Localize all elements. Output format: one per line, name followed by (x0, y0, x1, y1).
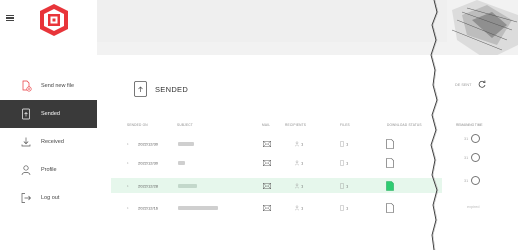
file-icon (340, 205, 344, 210)
subject-redacted (178, 160, 185, 165)
files-count: 1 (340, 205, 348, 210)
person-icon (295, 205, 299, 210)
sort-label[interactable]: DE SENT (455, 83, 471, 87)
table-row[interactable]: › 2022/12/30 1 1 (111, 136, 442, 151)
timer-circle-icon (471, 153, 481, 162)
timer-circle-icon (471, 134, 481, 143)
page-title-text: SENDED (155, 84, 189, 94)
table-header: SENDED ON SUBJECT MAIL RECIPIENTS FILES … (97, 123, 442, 131)
sended-icon (22, 108, 30, 120)
mail-icon[interactable] (263, 159, 271, 166)
expand-chevron-icon[interactable]: › (127, 160, 129, 165)
sidebar-item-profile[interactable]: Profile (0, 156, 97, 184)
expand-chevron-icon[interactable]: › (127, 205, 129, 210)
download-status-icon[interactable] (386, 202, 394, 213)
sidebar-nav: Send new file Sended Received Profile Lo… (0, 72, 97, 212)
remaining-time: 31 (464, 153, 481, 162)
mail-icon[interactable] (263, 140, 271, 147)
person-icon (295, 160, 299, 165)
subject-redacted (178, 183, 197, 188)
remaining-time: 31 (464, 134, 481, 143)
page-title: SENDED (134, 81, 188, 97)
recipients-count: 1 (295, 141, 303, 146)
col-download-status[interactable]: DOWNLOAD STATUS (387, 123, 422, 127)
logout-icon (21, 193, 31, 203)
download-status-done-icon[interactable] (386, 180, 394, 191)
decorative-art (447, 0, 518, 60)
recipients-count: 1 (295, 183, 303, 188)
sidebar-item-logout[interactable]: Log out (0, 184, 97, 212)
expand-chevron-icon[interactable]: › (127, 183, 129, 188)
recipients-count: 1 (295, 205, 303, 210)
sent-date: 2022/12/30 (138, 160, 159, 165)
sended-panel: SENDED SENDED ON SUBJECT MAIL RECIPIENTS… (97, 55, 442, 250)
sidebar-item-label: Log out (41, 195, 60, 201)
subject-redacted (178, 205, 218, 210)
logo-icon (40, 4, 68, 36)
refresh-icon[interactable] (478, 80, 486, 88)
sent-date: 2022/12/30 (138, 141, 159, 146)
col-files[interactable]: FILES (340, 123, 350, 127)
col-mail[interactable]: MAIL (262, 123, 270, 127)
mail-icon[interactable] (263, 182, 271, 189)
person-icon (295, 141, 299, 146)
files-count: 1 (340, 183, 348, 188)
file-icon (340, 160, 344, 165)
download-status-icon[interactable] (386, 138, 394, 149)
files-count: 1 (340, 141, 348, 146)
sidebar-item-sended[interactable]: Sended (0, 100, 97, 128)
file-icon (340, 141, 344, 146)
col-subject[interactable]: SUBJECT (177, 123, 193, 127)
sidebar-item-send-new-file[interactable]: Send new file (0, 72, 97, 100)
sidebar-item-received[interactable]: Received (0, 128, 97, 156)
sidebar: Send new file Sended Received Profile Lo… (0, 0, 97, 250)
subject-redacted (178, 141, 194, 146)
sidebar-item-label: Send new file (41, 83, 75, 89)
sent-date: 2022/12/16 (138, 205, 159, 210)
hamburger-icon[interactable] (6, 15, 14, 21)
profile-icon (21, 165, 31, 176)
col-sended-on[interactable]: SENDED ON (127, 123, 148, 127)
table-row[interactable]: › 2022/12/16 1 1 (111, 200, 442, 215)
timer-circle-icon (471, 176, 481, 185)
col-remaining-time[interactable]: REMAINING TIME (456, 123, 483, 127)
expand-chevron-icon[interactable]: › (127, 141, 129, 146)
torn-edge-divider (430, 0, 439, 250)
sidebar-item-label: Received (41, 139, 64, 145)
recipients-count: 1 (295, 160, 303, 165)
person-icon (295, 183, 299, 188)
col-recipients[interactable]: RECIPIENTS (285, 123, 306, 127)
download-icon (21, 137, 31, 147)
sidebar-item-label: Profile (41, 167, 57, 173)
expired-label: expired (467, 205, 480, 209)
sent-date: 2022/12/28 (138, 183, 159, 188)
sended-doc-icon (134, 81, 147, 97)
table-row[interactable]: › 2022/12/28 1 1 (111, 178, 442, 193)
download-status-icon[interactable] (386, 157, 394, 168)
mail-icon[interactable] (263, 204, 271, 211)
files-count: 1 (340, 160, 348, 165)
table-row[interactable]: › 2022/12/30 1 1 (111, 155, 442, 170)
file-icon (340, 183, 344, 188)
send-file-icon (22, 80, 32, 92)
sidebar-item-label: Sended (41, 111, 60, 117)
remaining-time: 31 (464, 176, 481, 185)
